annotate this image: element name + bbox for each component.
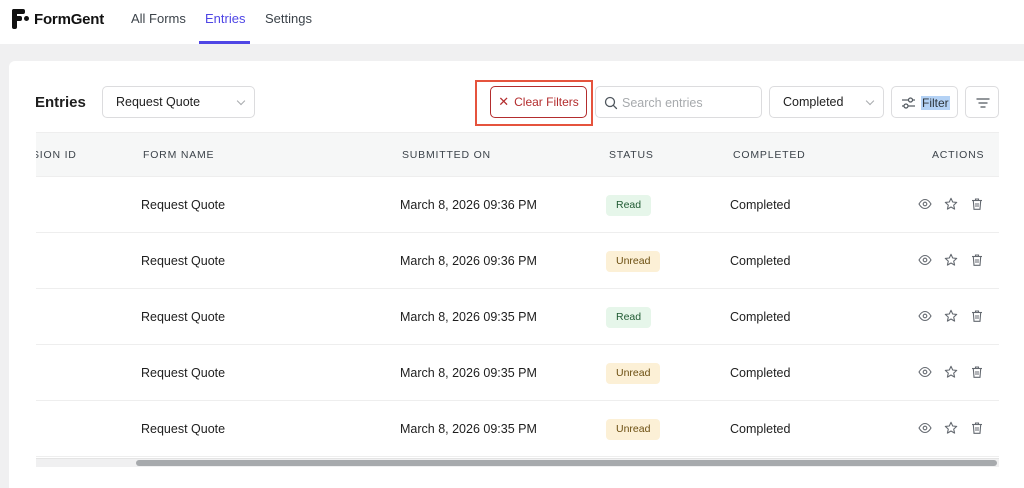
eye-icon[interactable] <box>918 309 932 323</box>
trash-icon[interactable] <box>970 421 984 435</box>
status-badge: Read <box>606 195 652 216</box>
search-box <box>595 86 762 118</box>
tab-entries[interactable]: Entries <box>205 11 245 26</box>
form-select[interactable]: Request Quote <box>102 86 255 118</box>
trash-icon[interactable] <box>970 309 984 323</box>
clear-filters-label: Clear Filters <box>514 95 579 109</box>
trash-icon[interactable] <box>970 253 984 267</box>
table-row[interactable]: Request Quote March 8, 2026 09:35 PM Unrea… <box>36 401 999 457</box>
column-submitted-on[interactable]: SUBMITTED ON <box>402 149 491 161</box>
form-name-cell: Request Quote <box>141 198 226 212</box>
status-select-value: Completed <box>783 95 844 109</box>
top-nav: FormGent All Forms Entries Settings <box>0 0 1024 44</box>
completed-cell: Completed <box>730 366 791 380</box>
table-row[interactable]: Request Quote March 8, 2026 09:36 PM Read C… <box>36 177 999 233</box>
eye-icon[interactable] <box>918 421 932 435</box>
logo[interactable]: FormGent <box>12 8 104 30</box>
eye-icon[interactable] <box>918 253 932 267</box>
filter-label: Filter <box>921 96 950 110</box>
entries-card: Entries Request Quote ✕ Clear Filters Co… <box>9 61 1024 488</box>
table-row[interactable]: Request Quote March 8, 2026 09:36 PM Unrea… <box>36 233 999 289</box>
active-tab-indicator <box>199 41 250 44</box>
trash-icon[interactable] <box>970 197 984 211</box>
clear-filters-button[interactable]: ✕ Clear Filters <box>490 86 587 118</box>
close-icon: ✕ <box>498 94 510 109</box>
status-badge: Read <box>606 307 652 328</box>
submitted-on-cell: March 8, 2026 09:35 PM <box>400 422 537 436</box>
form-name-cell: Request Quote <box>141 310 226 324</box>
sliders-icon <box>902 97 915 109</box>
search-input[interactable] <box>622 94 756 112</box>
filter-button[interactable]: Filter <box>891 86 958 118</box>
submitted-on-cell: March 8, 2026 09:35 PM <box>400 310 537 324</box>
submitted-on-cell: March 8, 2026 09:35 PM <box>400 366 537 380</box>
status-badge: Unread <box>606 251 661 272</box>
page-title: Entries <box>35 94 86 111</box>
column-status[interactable]: STATUS <box>609 149 654 161</box>
submitted-on-cell: March 8, 2026 09:36 PM <box>400 198 537 212</box>
star-icon[interactable] <box>944 309 958 323</box>
submitted-on-cell: March 8, 2026 09:36 PM <box>400 254 537 268</box>
app-name: FormGent <box>34 10 105 28</box>
star-icon[interactable] <box>944 421 958 435</box>
sort-button[interactable] <box>965 86 999 118</box>
star-icon[interactable] <box>944 253 958 267</box>
completed-cell: Completed <box>730 422 791 436</box>
form-name-cell: Request Quote <box>141 422 226 436</box>
horizontal-scrollbar[interactable] <box>36 458 999 467</box>
form-name-cell: Request Quote <box>141 366 226 380</box>
column-actions: ACTIONS <box>932 149 985 161</box>
column-completed[interactable]: COMPLETED <box>733 149 806 161</box>
completed-cell: Completed <box>730 310 791 324</box>
column-form-name[interactable]: FORM NAME <box>143 149 214 161</box>
table-header: SION ID FORM NAME SUBMITTED ON STATUS CO… <box>36 132 999 177</box>
form-select-value: Request Quote <box>116 95 201 109</box>
scrollbar-thumb[interactable] <box>136 460 997 466</box>
form-name-cell: Request Quote <box>141 254 226 268</box>
tab-all-forms[interactable]: All Forms <box>131 11 186 26</box>
star-icon[interactable] <box>944 365 958 379</box>
eye-icon[interactable] <box>918 197 932 211</box>
entries-table: SION ID FORM NAME SUBMITTED ON STATUS CO… <box>36 132 999 467</box>
sort-lines-icon <box>976 98 990 108</box>
star-icon[interactable] <box>944 197 958 211</box>
chevron-down-icon <box>236 96 246 106</box>
tab-settings[interactable]: Settings <box>265 11 312 26</box>
status-badge: Unread <box>606 419 661 440</box>
chevron-down-icon <box>865 96 875 106</box>
completed-cell: Completed <box>730 254 791 268</box>
table-row[interactable]: Request Quote March 8, 2026 09:35 PM Read C… <box>36 289 999 345</box>
status-badge: Unread <box>606 363 661 384</box>
eye-icon[interactable] <box>918 365 932 379</box>
formgent-logo-icon <box>12 9 30 29</box>
table-row[interactable]: Request Quote March 8, 2026 09:35 PM Unrea… <box>36 345 999 401</box>
completed-cell: Completed <box>730 198 791 212</box>
status-select[interactable]: Completed <box>769 86 884 118</box>
search-icon <box>604 96 618 110</box>
column-submission-id[interactable]: SION ID <box>36 149 77 161</box>
trash-icon[interactable] <box>970 365 984 379</box>
